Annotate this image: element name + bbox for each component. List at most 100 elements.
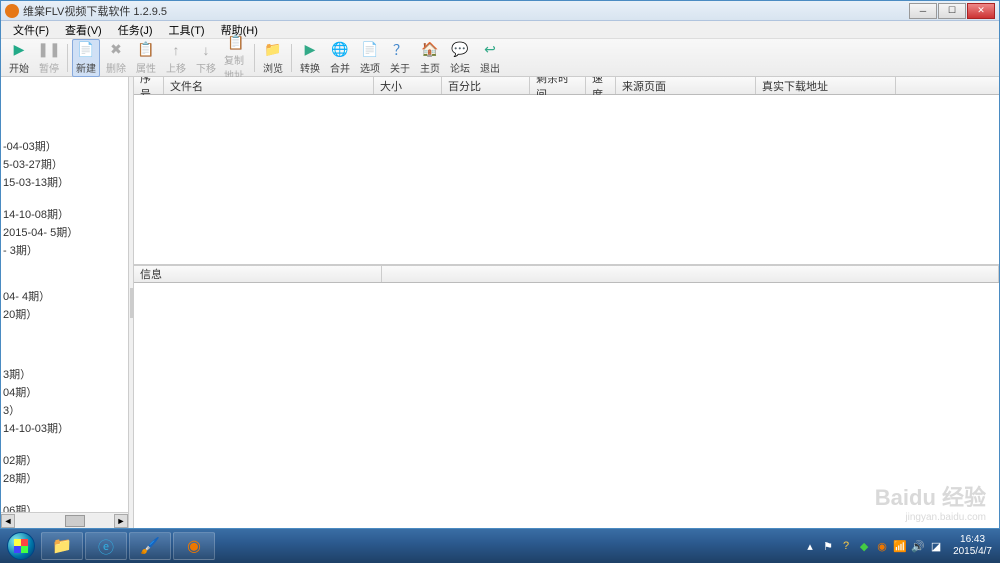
删除-icon: ✖ <box>107 41 125 59</box>
toolbar-button-label: 新建 <box>76 60 96 75</box>
menu-item[interactable]: 任务(J) <box>110 22 161 38</box>
sidebar: -04-03期）5-03-27期）15-03-13期） 14-10-08期）20… <box>1 77 129 528</box>
toolbar-button-1[interactable]: ❚❚暂停 <box>35 40 63 76</box>
toolbar-separator <box>254 44 255 72</box>
scroll-thumb[interactable] <box>65 515 85 527</box>
toolbar-button-15[interactable]: ↩退出 <box>476 40 504 76</box>
sidebar-item[interactable]: 28期） <box>1 469 128 487</box>
sidebar-item[interactable]: -04-03期） <box>1 137 128 155</box>
task-item-ie[interactable]: ⓔ <box>85 532 127 560</box>
toolbar-button-label: 上移 <box>166 60 186 75</box>
task-item-paint[interactable]: 🖌️ <box>129 532 171 560</box>
tray-misc-icon[interactable]: ◪ <box>929 539 943 553</box>
toolbar-button-5[interactable]: ↑上移 <box>162 40 190 76</box>
转换-icon: ▶ <box>301 41 319 59</box>
splitter-grip-icon <box>130 288 133 318</box>
app-icon <box>5 4 19 18</box>
column-header[interactable]: 百分比 <box>442 77 530 94</box>
toolbar-button-9[interactable]: ▶转换 <box>296 40 324 76</box>
sidebar-item[interactable] <box>1 273 128 287</box>
column-header[interactable]: 剩余时间 <box>530 77 586 94</box>
toolbar-button-label: 下移 <box>196 60 216 75</box>
toolbar: ▶开始❚❚暂停📄新建✖删除📋属性↑上移↓下移📋复制地址📁浏览▶转换🌐合并📄选项？… <box>1 39 999 77</box>
tray-clock[interactable]: 16:43 2015/4/7 <box>953 534 992 558</box>
info-column-header[interactable]: 信息 <box>134 266 382 282</box>
toolbar-separator <box>67 44 68 72</box>
toolbar-button-12[interactable]: ？关于 <box>386 40 414 76</box>
toolbar-button-13[interactable]: 🏠主页 <box>416 40 444 76</box>
toolbar-button-6[interactable]: ↓下移 <box>192 40 220 76</box>
column-header[interactable]: 速度 <box>586 77 616 94</box>
tray-volume-icon[interactable]: 🔊 <box>911 539 925 553</box>
sidebar-item[interactable] <box>1 487 128 501</box>
tray-network-icon[interactable]: 📶 <box>893 539 907 553</box>
info-body[interactable] <box>134 283 999 528</box>
toolbar-button-10[interactable]: 🌐合并 <box>326 40 354 76</box>
toolbar-button-3[interactable]: ✖删除 <box>102 40 130 76</box>
menu-item[interactable]: 查看(V) <box>57 22 110 38</box>
toolbar-button-4[interactable]: 📋属性 <box>132 40 160 76</box>
sidebar-item[interactable]: 15-03-13期） <box>1 173 128 191</box>
start-button[interactable] <box>2 531 40 561</box>
column-header[interactable]: 大小 <box>374 77 442 94</box>
column-header[interactable]: 文件名 <box>164 77 374 94</box>
新建-icon: 📄 <box>77 41 95 59</box>
maximize-button[interactable]: ☐ <box>938 3 966 19</box>
toolbar-button-8[interactable]: 📁浏览 <box>259 40 287 76</box>
复制地址-icon: 📋 <box>227 33 245 51</box>
column-header[interactable]: 真实下载地址 <box>756 77 896 94</box>
sidebar-item[interactable]: 04期） <box>1 383 128 401</box>
sidebar-item[interactable] <box>1 191 128 205</box>
scroll-left-icon[interactable]: ◄ <box>1 514 15 528</box>
sidebar-item[interactable] <box>1 323 128 337</box>
toolbar-button-label: 浏览 <box>263 60 283 75</box>
column-header[interactable]: 序号 <box>134 77 164 94</box>
tray-app-icon[interactable]: ◉ <box>875 539 889 553</box>
toolbar-button-0[interactable]: ▶开始 <box>5 40 33 76</box>
task-item-app[interactable]: ◉ <box>173 532 215 560</box>
toolbar-button-2[interactable]: 📄新建 <box>72 39 100 77</box>
上移-icon: ↑ <box>167 41 185 59</box>
sidebar-item[interactable]: 14-10-03期） <box>1 419 128 437</box>
sidebar-item[interactable]: - 3期） <box>1 241 128 259</box>
menubar: 文件(F)查看(V)任务(J)工具(T)帮助(H) <box>1 21 999 39</box>
toolbar-button-14[interactable]: 💬论坛 <box>446 40 474 76</box>
sidebar-item[interactable]: 02期） <box>1 451 128 469</box>
scroll-right-icon[interactable]: ► <box>114 514 128 528</box>
sidebar-hscroll[interactable]: ◄ ► <box>1 512 128 528</box>
task-item-explorer[interactable]: 📁 <box>41 532 83 560</box>
sidebar-item[interactable]: 2015-04- 5期） <box>1 223 128 241</box>
tray-shield-icon[interactable]: ◆ <box>857 539 871 553</box>
toolbar-button-11[interactable]: 📄选项 <box>356 40 384 76</box>
minimize-button[interactable]: ─ <box>909 3 937 19</box>
tray-arrow-icon[interactable]: ▴ <box>803 539 817 553</box>
menu-item[interactable]: 文件(F) <box>5 22 57 38</box>
sidebar-item[interactable] <box>1 351 128 365</box>
taskbar: 📁 ⓔ 🖌️ ◉ ▴ ⚑ ? ◆ ◉ 📶 🔊 ◪ 16:43 2015/4/7 <box>0 529 1000 563</box>
tray-help-icon[interactable]: ? <box>839 539 853 553</box>
window-controls: ─ ☐ ✕ <box>909 3 995 19</box>
scroll-track[interactable] <box>16 514 113 528</box>
clock-date: 2015/4/7 <box>953 546 992 558</box>
sidebar-item[interactable] <box>1 337 128 351</box>
sidebar-item[interactable]: 04- 4期） <box>1 287 128 305</box>
合并-icon: 🌐 <box>331 41 349 59</box>
toolbar-button-label: 退出 <box>480 60 500 75</box>
sidebar-item[interactable]: 06期） <box>1 501 128 512</box>
sidebar-item[interactable]: 14-10-08期） <box>1 205 128 223</box>
退出-icon: ↩ <box>481 41 499 59</box>
sidebar-item[interactable]: 3） <box>1 401 128 419</box>
sidebar-item[interactable] <box>1 437 128 451</box>
sidebar-item[interactable]: 20期） <box>1 305 128 323</box>
sidebar-item[interactable]: 3期） <box>1 365 128 383</box>
tray-flag-icon[interactable]: ⚑ <box>821 539 835 553</box>
sidebar-item[interactable]: 5-03-27期） <box>1 155 128 173</box>
column-header[interactable]: 来源页面 <box>616 77 756 94</box>
toolbar-button-7[interactable]: 📋复制地址 <box>222 32 250 83</box>
download-table-body[interactable] <box>134 95 999 265</box>
close-button[interactable]: ✕ <box>967 3 995 19</box>
sidebar-list[interactable]: -04-03期）5-03-27期）15-03-13期） 14-10-08期）20… <box>1 77 128 512</box>
toolbar-button-label: 主页 <box>420 60 440 75</box>
sidebar-item[interactable] <box>1 259 128 273</box>
menu-item[interactable]: 工具(T) <box>161 22 213 38</box>
